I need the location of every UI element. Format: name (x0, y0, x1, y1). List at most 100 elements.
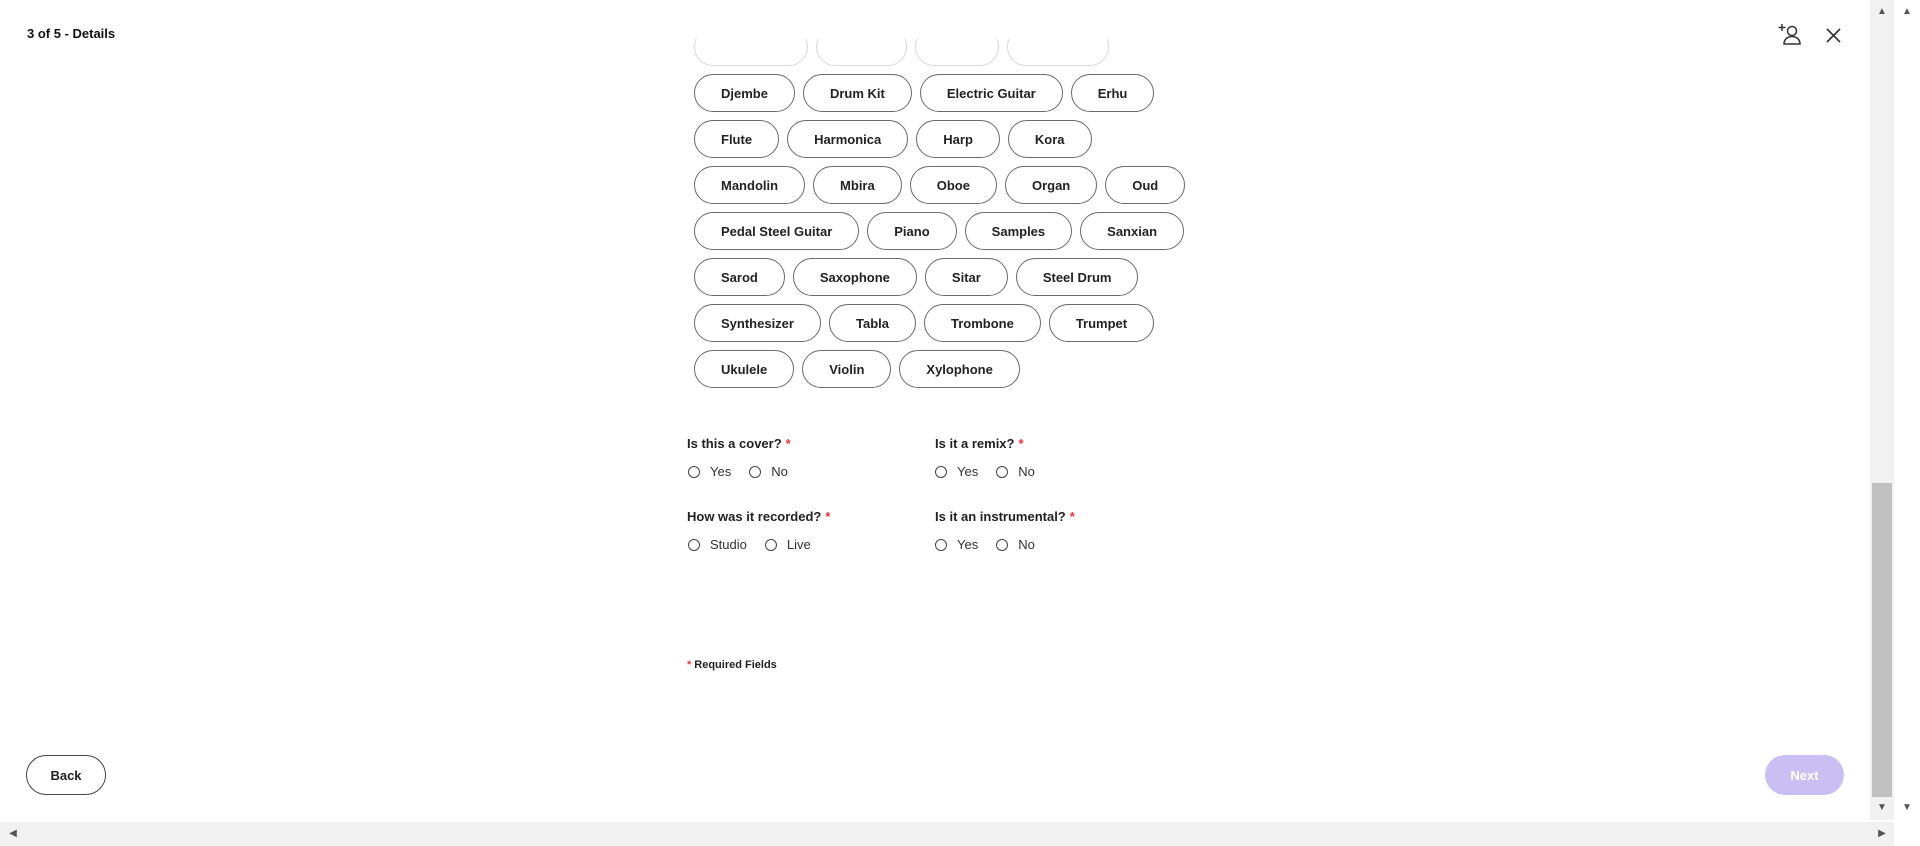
instrument-chip[interactable]: Steel Drum (1015, 258, 1139, 296)
scrollbar-thumb[interactable] (1872, 483, 1892, 797)
instrument-chip[interactable]: Tabla (828, 304, 916, 342)
instrument-chip[interactable]: Flute (694, 120, 780, 158)
required-star: * (687, 659, 692, 671)
instrumental-yes-option[interactable]: Yes (935, 537, 978, 552)
instrument-chip-list: Djembe Drum Kit Electric Guitar Erhu Flute Ha… (694, 39, 1214, 409)
instrument-chip-row: Sarod Saxophone Sitar Steel Drum (694, 258, 1185, 298)
remix-question-label: Is it a remix? * (935, 436, 1024, 451)
instrument-chip[interactable]: Kora (1007, 120, 1092, 158)
instrument-chip[interactable]: Pedal Steel Guitar (694, 212, 860, 250)
add-collaborator-button[interactable] (1776, 20, 1804, 48)
cover-question-label: Is this a cover? * (687, 436, 791, 451)
remix-radio-group: Yes No (935, 464, 1053, 479)
instrument-chip[interactable] (816, 39, 907, 66)
required-star: * (1069, 509, 1075, 524)
close-icon (1826, 28, 1841, 43)
radio-button[interactable] (749, 465, 762, 478)
radio-label: Yes (957, 464, 979, 479)
instrument-chip[interactable] (1007, 39, 1109, 66)
instrumental-question-text: Is it an instrumental? (935, 509, 1066, 524)
back-button[interactable]: Back (26, 755, 106, 795)
radio-label: No (1018, 537, 1035, 552)
instrument-chip[interactable]: Violin (802, 350, 892, 388)
outer-scroll-down-arrow[interactable]: ▼ (1897, 802, 1917, 814)
instrument-chip[interactable] (694, 39, 808, 66)
instrument-chip[interactable]: Organ (1004, 166, 1098, 204)
recorded-radio-group: Studio Live (688, 537, 829, 552)
recorded-question-text: How was it recorded? (687, 509, 822, 524)
instrument-chip[interactable]: Harp (916, 120, 1000, 158)
instrumental-no-option[interactable]: No (996, 537, 1035, 552)
next-button[interactable]: Next (1765, 755, 1844, 795)
cover-question-text: Is this a cover? (687, 436, 782, 451)
instrument-chip[interactable]: Sitar (924, 258, 1008, 296)
cover-no-option[interactable]: No (749, 464, 788, 479)
scroll-left-arrow[interactable]: ◀ (3, 828, 23, 840)
instrument-chip[interactable]: Oboe (909, 166, 997, 204)
instrument-chip[interactable]: Sanxian (1080, 212, 1185, 250)
instrument-chip-row: Djembe Drum Kit Electric Guitar Erhu (694, 74, 1185, 114)
instrument-chip[interactable]: Oud (1105, 166, 1186, 204)
radio-button[interactable] (935, 465, 947, 478)
instrument-chip[interactable]: Drum Kit (802, 74, 912, 112)
radio-button[interactable] (688, 538, 700, 551)
instrument-chip[interactable]: Piano (867, 212, 957, 250)
instrument-chip[interactable]: Mbira (813, 166, 902, 204)
radio-button[interactable] (688, 465, 700, 478)
instrument-chip[interactable]: Saxophone (792, 258, 917, 296)
instrument-chip[interactable]: Trumpet (1048, 304, 1155, 342)
instrument-chip[interactable]: Electric Guitar (919, 74, 1063, 112)
radio-button[interactable] (996, 465, 1009, 478)
instrumental-radio-group: Yes No (935, 537, 1053, 552)
vertical-scrollbar[interactable]: ▲ ▼ (1870, 0, 1894, 820)
remix-question-text: Is it a remix? (935, 436, 1015, 451)
required-fields-text: Required Fields (694, 659, 777, 671)
recorded-live-option[interactable]: Live (764, 537, 811, 552)
outer-scrollbar-track: ▲ ▼ (1894, 0, 1920, 846)
radio-label: Yes (957, 537, 979, 552)
instrumental-question-label: Is it an instrumental? * (935, 509, 1075, 524)
instrument-chip-row: Ukulele Violin Xylophone (694, 350, 1185, 390)
outer-scroll-up-arrow[interactable]: ▲ (1897, 6, 1917, 18)
instrument-chip[interactable]: Djembe (694, 74, 795, 112)
instrument-chip[interactable]: Synthesizer (694, 304, 821, 342)
scroll-up-arrow[interactable]: ▲ (1872, 6, 1892, 18)
cover-yes-option[interactable]: Yes (688, 464, 731, 479)
page-title: 3 of 5 - Details (27, 26, 116, 41)
recorded-question-label: How was it recorded? * (687, 509, 830, 524)
radio-label: No (1018, 464, 1035, 479)
remix-yes-option[interactable]: Yes (935, 464, 978, 479)
instrument-chip[interactable]: Mandolin (694, 166, 806, 204)
scroll-down-arrow[interactable]: ▼ (1872, 802, 1892, 814)
person-plus-icon (1778, 24, 1801, 45)
instrument-chip[interactable]: Xylophone (899, 350, 1020, 388)
radio-label: Live (786, 537, 811, 552)
radio-button[interactable] (935, 538, 947, 551)
radio-label: Yes (710, 464, 732, 479)
scroll-right-arrow[interactable]: ▶ (1872, 828, 1892, 840)
instrument-chip-row: Flute Harmonica Harp Kora (694, 120, 1185, 160)
required-star: * (785, 436, 791, 451)
instrument-chip[interactable]: Ukulele (694, 350, 795, 388)
required-star: * (825, 509, 831, 524)
radio-button[interactable] (764, 538, 777, 551)
instrument-chip[interactable]: Harmonica (787, 120, 909, 158)
radio-label: No (771, 464, 788, 479)
instrument-chip-row: Mandolin Mbira Oboe Organ Oud (694, 166, 1186, 206)
instrument-chip[interactable]: Samples (964, 212, 1073, 250)
instrument-chip[interactable]: Trombone (923, 304, 1041, 342)
required-star: * (1018, 436, 1024, 451)
horizontal-scrollbar[interactable]: ◀ ▶ (0, 822, 1894, 846)
close-button[interactable] (1819, 21, 1847, 49)
instrument-chip[interactable]: Erhu (1070, 74, 1155, 112)
instrument-chip[interactable] (915, 39, 999, 66)
instrument-chip[interactable]: Sarod (694, 258, 785, 296)
radio-label: Studio (710, 537, 747, 552)
radio-button[interactable] (996, 538, 1009, 551)
instrument-chip-row (694, 39, 1185, 68)
recorded-studio-option[interactable]: Studio (688, 537, 747, 552)
remix-no-option[interactable]: No (996, 464, 1035, 479)
cover-radio-group: Yes No (688, 464, 806, 479)
instrument-chip-row: Pedal Steel Guitar Piano Samples Sanxian (694, 212, 1185, 252)
instrument-chip-row: Synthesizer Tabla Trombone Trumpet (694, 304, 1185, 344)
